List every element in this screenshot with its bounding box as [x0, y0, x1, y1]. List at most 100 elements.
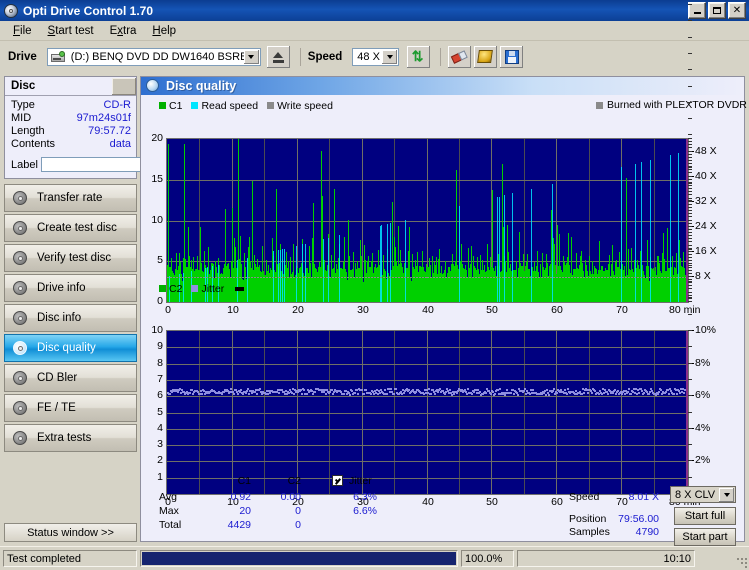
y2-axis-tick-label: 16 X: [695, 245, 717, 257]
samples-stat-value: 4790: [635, 526, 659, 538]
disc-icon: [13, 280, 28, 296]
resize-grip[interactable]: [733, 554, 747, 568]
y2-axis-tick-label: 24 X: [695, 220, 717, 232]
chart1-plot-area[interactable]: [166, 138, 689, 303]
disc-icon: [146, 79, 160, 93]
speed-label: Speed: [307, 51, 343, 63]
save-button[interactable]: [500, 46, 524, 68]
drive-select-value: (D:) BENQ DVD DD DW1640 BSRB: [70, 51, 248, 63]
speed-select[interactable]: 48 X: [352, 48, 400, 66]
legend-label: Read speed: [201, 99, 259, 112]
y2-axis-tick-label: 8 X: [695, 270, 711, 282]
x-axis-tick-label: 10: [227, 304, 239, 316]
start-full-button[interactable]: Start full: [674, 507, 736, 525]
stats-header-c1: C1: [237, 475, 251, 487]
eject-button[interactable]: [266, 46, 290, 68]
sidebar-item-verify-test-disc[interactable]: Verify test disc: [4, 244, 137, 272]
legend-item-c1: C1: [159, 100, 182, 112]
y2-axis-tick-label: 6%: [695, 389, 711, 401]
disc-row-key: Contents: [11, 138, 56, 150]
disc-panel-button[interactable]: [112, 77, 136, 95]
disc-row-key: MID: [11, 112, 32, 124]
sidebar-item-label: Disc info: [37, 312, 82, 324]
toolbar-divider-2: [440, 48, 442, 66]
y-axis-tick-label: 0: [157, 295, 163, 307]
y-axis-tick-label: 10: [151, 214, 163, 226]
y-axis-tick-label: 20: [151, 132, 163, 144]
disc-row-key: Type: [11, 99, 35, 111]
legend-label: C2: [169, 282, 183, 295]
toolbar-divider-1: [299, 48, 301, 66]
speed-stat-value: 8.01 X: [628, 491, 659, 503]
save-icon: [504, 50, 519, 64]
refresh-button[interactable]: ⇅: [407, 46, 431, 68]
close-icon[interactable]: ✕: [728, 2, 746, 19]
sidebar-item-create-test-disc[interactable]: Create test disc: [4, 214, 137, 242]
y-axis-tick-label: 7: [157, 373, 163, 385]
sidebar: Disc Type CD-R MID 97m24s01f Length 79:5…: [4, 76, 241, 542]
chart2-plot-area[interactable]: [166, 330, 689, 495]
jitter-checkbox[interactable]: [332, 475, 343, 486]
y-axis-tick-label: 9: [157, 340, 163, 352]
y-axis-tick-label: 3: [157, 438, 163, 450]
erase-button[interactable]: [448, 46, 472, 68]
legend-swatch: [191, 285, 199, 292]
chevron-down-icon[interactable]: [719, 488, 734, 502]
sidebar-item-extra-tests[interactable]: Extra tests: [4, 424, 137, 452]
legend-swatch: [159, 102, 166, 109]
progress-percent: 100.0%: [461, 550, 514, 567]
y-axis-tick-label: 5: [157, 406, 163, 418]
chevron-down-icon[interactable]: [382, 50, 398, 64]
sidebar-item-fe-te[interactable]: FE / TE: [4, 394, 137, 422]
stats-max-c1: 20: [239, 505, 251, 517]
write-speed-select[interactable]: 8 X CLV: [670, 486, 736, 503]
gold-disc-button[interactable]: [474, 46, 498, 68]
application-window: Opti Drive Control 1.70 ✕ File Start tes…: [0, 0, 749, 570]
disc-label-key: Label: [11, 158, 38, 171]
disc-row-mid: MID 97m24s01f: [11, 112, 131, 125]
start-part-button[interactable]: Start part: [674, 528, 736, 546]
legend-swatch: [191, 102, 199, 109]
legend-swatch: [267, 102, 275, 109]
legend-item-write-speed: Write speed: [267, 100, 333, 112]
menu-item-extra[interactable]: Extra: [103, 23, 144, 39]
stats-avg-c1: 0.92: [230, 491, 251, 503]
statistics-panel: C1 C2 Jitter Avg 0.92 0.00 6.3% Max 20 0…: [151, 475, 736, 546]
stats-total-c2: 0: [295, 519, 301, 531]
disc-info-panel: Disc Type CD-R MID 97m24s01f Length 79:5…: [4, 76, 241, 179]
menu-item-start-test[interactable]: Start test: [41, 23, 101, 39]
disc-icon: [13, 220, 28, 236]
menu-item-file[interactable]: File: [6, 23, 39, 39]
chevron-down-icon[interactable]: [243, 50, 259, 64]
disc-icon: [13, 250, 28, 266]
menu-start-rest: tart test: [55, 24, 94, 37]
sidebar-item-label: Disc quality: [37, 342, 96, 354]
disc-icon: [13, 310, 28, 326]
progress-bar-fill: [142, 552, 456, 565]
menu-bar: File Start test Extra Help: [0, 21, 749, 41]
y2-axis-tick-label: 40 X: [695, 170, 717, 182]
x-axis-tick-label: 50: [486, 304, 498, 316]
sidebar-item-disc-info[interactable]: Disc info: [4, 304, 137, 332]
eject-icon: [272, 51, 285, 64]
disc-row-type: Type CD-R: [11, 99, 131, 112]
maximize-button[interactable]: [708, 2, 726, 19]
status-window-button[interactable]: Status window >>: [4, 523, 137, 542]
drive-icon: [50, 51, 65, 63]
elapsed-time: 10:10: [517, 550, 695, 567]
legend-label: Jitter: [201, 282, 225, 295]
y2-axis-tick-label: 4%: [695, 422, 711, 434]
main-panel: Disc quality C1 Read speed Write speed B…: [140, 4, 749, 546]
sidebar-item-drive-info[interactable]: Drive info: [4, 274, 137, 302]
stats-total-c1: 4429: [227, 519, 251, 531]
disc-row-value: CD-R: [103, 99, 132, 111]
sidebar-item-cd-bler[interactable]: CD Bler: [4, 364, 137, 392]
sidebar-item-disc-quality[interactable]: Disc quality: [4, 334, 137, 362]
sidebar-item-transfer-rate[interactable]: Transfer rate: [4, 184, 137, 212]
refresh-icon: ⇅: [411, 48, 424, 64]
menu-item-help[interactable]: Help: [145, 23, 183, 39]
drive-select[interactable]: (D:) BENQ DVD DD DW1640 BSRB: [46, 48, 261, 66]
position-stat-value: 79:56.00: [618, 513, 659, 525]
x-axis-tick-label: 40: [422, 304, 434, 316]
progress-bar: [140, 550, 458, 567]
